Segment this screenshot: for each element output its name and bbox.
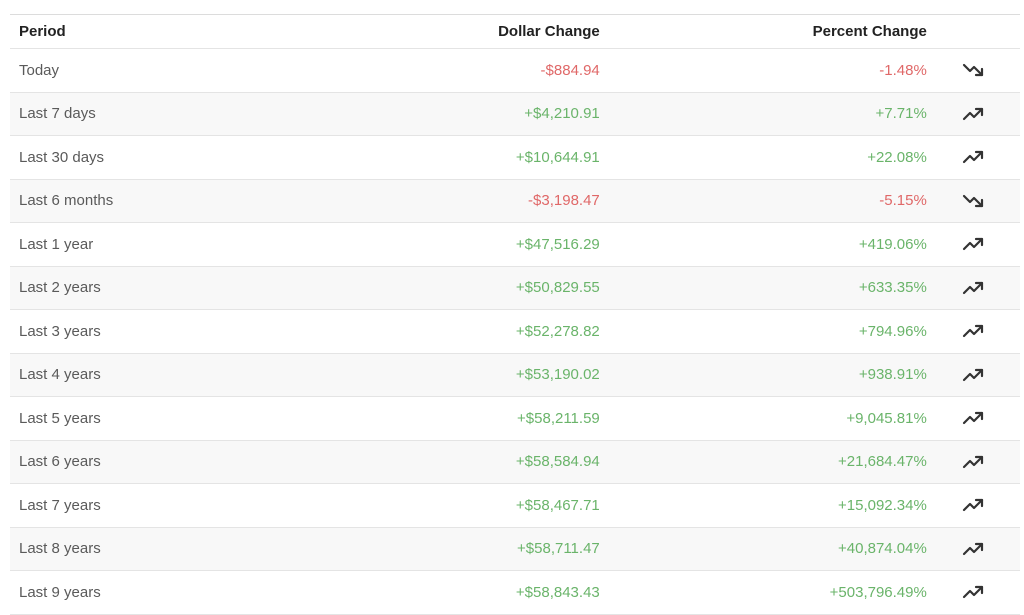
dollar-change-cell: +$47,516.29 — [515, 235, 600, 253]
table-row: Last 3 years +$52,278.82 +794.96% — [10, 310, 1020, 354]
trend-cell — [927, 454, 1020, 470]
trend-cell — [927, 106, 1020, 122]
period-cell: Last 5 years — [19, 409, 101, 427]
header-percent-change: Percent Change — [812, 23, 927, 40]
header-period: Period — [19, 23, 66, 40]
trend-cell — [927, 193, 1020, 209]
table-row: Last 6 years +$58,584.94 +21,684.47% — [10, 440, 1020, 484]
period-cell: Last 3 years — [19, 322, 101, 340]
percent-change-cell: +15,092.34% — [838, 496, 927, 514]
period-cell: Last 30 days — [19, 148, 105, 166]
table-body: Today -$884.94 -1.48% Last 7 days +$4,210.91… — [10, 49, 1020, 615]
table-row: Last 2 years +$50,829.55 +633.35% — [10, 266, 1020, 310]
trend-cell — [927, 367, 1020, 383]
percent-change-cell: -5.15% — [879, 192, 927, 210]
percent-change-cell: +938.91% — [858, 366, 927, 384]
percent-change-cell: +40,874.04% — [838, 540, 927, 558]
table-row: Last 9 years +$58,843.43 +503,796.49% — [10, 571, 1020, 615]
period-cell: Last 8 years — [19, 540, 101, 558]
percent-change-cell: +21,684.47% — [838, 453, 927, 471]
table-row: Last 7 years +$58,467.71 +15,092.34% — [10, 484, 1020, 528]
trend-cell — [927, 280, 1020, 296]
dollar-change-cell: +$58,467.71 — [515, 496, 600, 514]
trending-up-icon — [963, 368, 984, 381]
dollar-change-cell: +$58,584.94 — [515, 453, 600, 471]
percent-change-cell: -1.48% — [879, 61, 927, 79]
table-row: Last 6 months -$3,198.47 -5.15% — [10, 179, 1020, 223]
trend-cell — [927, 62, 1020, 78]
trend-cell — [927, 497, 1020, 513]
dollar-change-cell: +$53,190.02 — [515, 366, 600, 384]
trending-up-icon — [963, 107, 984, 120]
period-cell: Last 1 year — [19, 235, 94, 253]
table-row: Last 1 year +$47,516.29 +419.06% — [10, 223, 1020, 267]
dollar-change-cell: +$50,829.55 — [515, 279, 600, 297]
trending-up-icon — [963, 455, 984, 468]
percent-change-cell: +9,045.81% — [846, 409, 927, 427]
trending-up-icon — [963, 238, 984, 251]
table-row: Last 8 years +$58,711.47 +40,874.04% — [10, 527, 1020, 571]
percent-change-cell: +503,796.49% — [829, 583, 927, 601]
dollar-change-cell: +$10,644.91 — [515, 148, 600, 166]
dollar-change-cell: +$58,843.43 — [515, 583, 600, 601]
trend-cell — [927, 584, 1020, 600]
period-cell: Last 7 years — [19, 496, 101, 514]
trending-down-icon — [963, 194, 984, 207]
dollar-change-cell: +$58,711.47 — [517, 540, 600, 558]
trending-up-icon — [963, 586, 984, 599]
dollar-change-cell: -$3,198.47 — [528, 192, 600, 210]
trend-cell — [927, 410, 1020, 426]
period-cell: Last 7 days — [19, 105, 96, 123]
percent-change-cell: +7.71% — [875, 105, 927, 123]
table-row: Today -$884.94 -1.48% — [10, 49, 1020, 93]
table-row: Last 30 days +$10,644.91 +22.08% — [10, 136, 1020, 180]
period-cell: Today — [19, 61, 60, 79]
header-dollar-change: Dollar Change — [498, 23, 600, 40]
percent-change-cell: +633.35% — [858, 279, 927, 297]
table-row: Last 5 years +$58,211.59 +9,045.81% — [10, 397, 1020, 441]
dollar-change-cell: +$4,210.91 — [524, 105, 600, 123]
trending-up-icon — [963, 325, 984, 338]
dollar-change-cell: +$58,211.59 — [517, 409, 600, 427]
table-row: Last 4 years +$53,190.02 +938.91% — [10, 353, 1020, 397]
trend-cell — [927, 236, 1020, 252]
trend-cell — [927, 323, 1020, 339]
trending-up-icon — [963, 281, 984, 294]
trending-up-icon — [963, 542, 984, 555]
trending-up-icon — [963, 499, 984, 512]
dollar-change-cell: +$52,278.82 — [515, 322, 600, 340]
trend-cell — [927, 541, 1020, 557]
dollar-change-cell: -$884.94 — [540, 61, 600, 79]
period-cell: Last 6 months — [19, 192, 114, 210]
trending-up-icon — [963, 151, 984, 164]
percent-change-cell: +419.06% — [858, 235, 927, 253]
trending-up-icon — [963, 412, 984, 425]
price-change-table: Period Dollar Change Percent Change Toda… — [10, 14, 1020, 615]
percent-change-cell: +22.08% — [867, 148, 927, 166]
period-cell: Last 9 years — [19, 583, 101, 601]
trending-down-icon — [963, 64, 984, 77]
period-cell: Last 2 years — [19, 279, 101, 297]
percent-change-cell: +794.96% — [858, 322, 927, 340]
period-cell: Last 4 years — [19, 366, 101, 384]
trend-cell — [927, 149, 1020, 165]
table-header: Period Dollar Change Percent Change — [10, 15, 1020, 49]
table-row: Last 7 days +$4,210.91 +7.71% — [10, 92, 1020, 136]
period-cell: Last 6 years — [19, 453, 101, 471]
